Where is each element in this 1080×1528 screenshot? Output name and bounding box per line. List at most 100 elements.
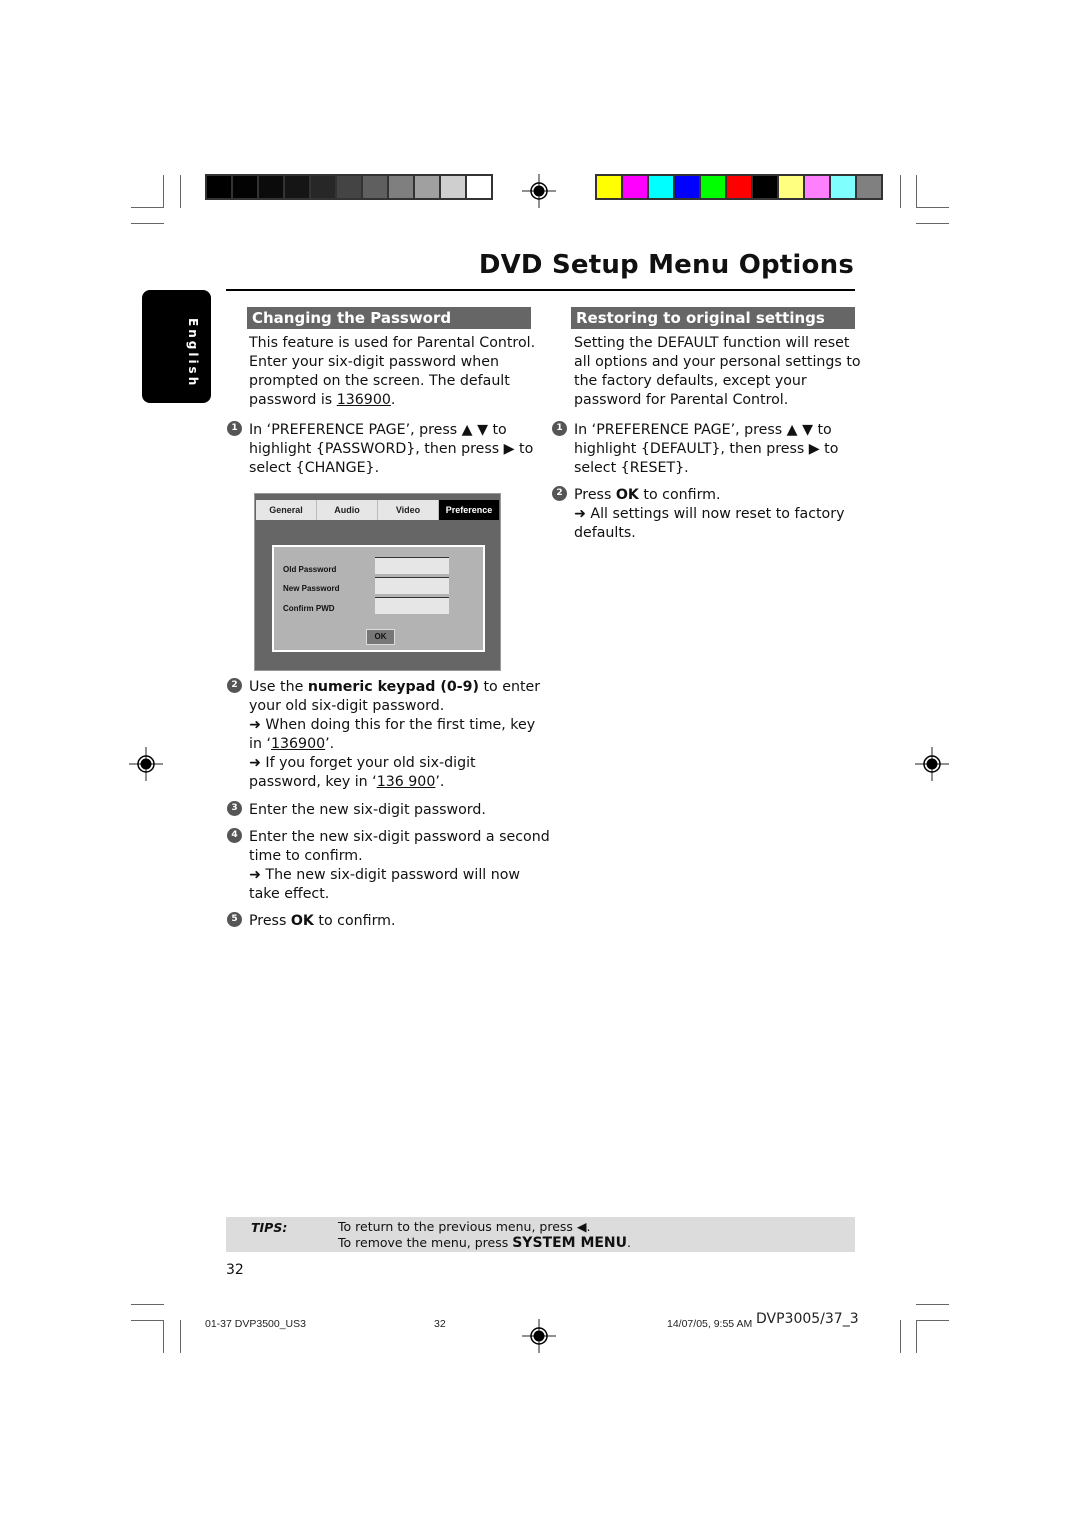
- text: .: [390, 392, 396, 408]
- gray-swatch: [285, 176, 309, 198]
- step-number-2: 2: [552, 486, 567, 501]
- gray-swatch: [467, 176, 491, 198]
- crop-mark: [916, 175, 917, 208]
- intro-line: the factory defaults, except your: [574, 373, 807, 389]
- gray-swatch: [415, 176, 439, 198]
- confirm-pwd-label: Confirm PWD: [283, 604, 335, 613]
- text: Press: [574, 487, 616, 503]
- old-password-input[interactable]: [375, 557, 449, 574]
- color-swatch: [805, 176, 829, 198]
- gray-swatch: [441, 176, 465, 198]
- step-line: In ‘PREFERENCE PAGE’, press ▲ ▼ to: [249, 422, 507, 438]
- step-note: ➜ The new six-digit password will now: [249, 867, 521, 883]
- text: to confirm.: [638, 487, 721, 503]
- tips-label: TIPS:: [251, 1220, 288, 1235]
- step-note: in ‘136900’.: [249, 735, 540, 754]
- keypad-label: numeric keypad (0-9): [307, 679, 479, 695]
- restore-step-2-text: Press OK to confirm. ➜ All settings will…: [574, 486, 844, 543]
- step-line: In ‘PREFERENCE PAGE’, press ▲ ▼ to: [574, 422, 832, 438]
- registration-target-icon: [522, 174, 556, 208]
- crop-mark: [131, 1304, 164, 1305]
- footer-model: DVP3005/37_3: [756, 1311, 859, 1327]
- confirm-pwd-input[interactable]: [375, 597, 449, 614]
- tab-general[interactable]: General: [256, 500, 317, 520]
- gray-swatch: [311, 176, 335, 198]
- color-swatch: [597, 176, 621, 198]
- step-line: highlight {DEFAULT}, then press ▶ to: [574, 441, 839, 457]
- step-2-text: Use the numeric keypad (0-9) to enter yo…: [249, 678, 540, 792]
- changing-password-intro: This feature is used for Parental Contro…: [249, 334, 535, 410]
- restore-step-1-text: In ‘PREFERENCE PAGE’, press ▲ ▼ to highl…: [574, 421, 838, 478]
- color-swatch: [857, 176, 881, 198]
- registration-target-icon: [915, 747, 949, 781]
- step-4-text: Enter the new six-digit password a secon…: [249, 828, 550, 904]
- page-number: 32: [226, 1262, 244, 1278]
- step-note: defaults.: [574, 525, 636, 541]
- old-password-label: Old Password: [283, 565, 337, 574]
- intro-line: Enter your six-digit password when: [249, 354, 499, 370]
- step-line: time to confirm.: [249, 848, 363, 864]
- color-swatch: [779, 176, 803, 198]
- language-tab: [142, 290, 211, 403]
- footer-datetime: 14/07/05, 9:55 AM: [667, 1318, 753, 1330]
- step-number-2: 2: [227, 678, 242, 693]
- tab-video[interactable]: Video: [378, 500, 439, 520]
- new-password-input[interactable]: [375, 577, 449, 594]
- crop-mark: [916, 1304, 949, 1305]
- registration-target-icon: [522, 1319, 556, 1353]
- intro-line: password for Parental Control.: [574, 392, 789, 408]
- restoring-intro: Setting the DEFAULT function will reset …: [574, 334, 861, 410]
- step-line: select {CHANGE}.: [249, 460, 380, 476]
- intro-line: password is 136900.: [249, 391, 535, 410]
- crop-mark: [180, 1320, 181, 1353]
- section-header-changing-password: Changing the Password: [247, 307, 531, 329]
- step-number-1: 1: [227, 421, 242, 436]
- intro-line: all options and your personal settings t…: [574, 354, 861, 370]
- step-5-text: Press OK to confirm.: [249, 912, 396, 931]
- text: Press: [249, 913, 291, 929]
- crop-mark: [900, 1320, 901, 1353]
- grayscale-calibration-bar: [205, 174, 493, 200]
- system-menu-key-label: SYSTEM MENU: [512, 1235, 628, 1251]
- crop-mark: [180, 175, 181, 208]
- default-password: 136900: [336, 392, 391, 408]
- gray-swatch: [207, 176, 231, 198]
- color-swatch: [623, 176, 647, 198]
- password-dialog: Old Password New Password Confirm PWD OK: [272, 545, 485, 652]
- crop-mark: [131, 207, 164, 208]
- section-header-restoring-settings: Restoring to original settings: [571, 307, 855, 329]
- step-line: select {RESET}.: [574, 460, 689, 476]
- step-line: Press OK to confirm.: [574, 486, 844, 505]
- crop-mark: [916, 223, 949, 224]
- intro-line: This feature is used for Parental Contro…: [249, 335, 536, 351]
- color-swatch: [753, 176, 777, 198]
- ok-button[interactable]: OK: [366, 629, 395, 645]
- step-note: password, key in ‘136 900’.: [249, 773, 540, 792]
- intro-line: prompted on the screen. The default: [249, 373, 510, 389]
- default-password: 136900: [270, 736, 326, 752]
- tab-preference[interactable]: Preference: [439, 500, 499, 520]
- gray-swatch: [363, 176, 387, 198]
- step-note: ➜ If you forget your old six-digit: [249, 755, 476, 771]
- gray-swatch: [233, 176, 257, 198]
- password-menu-screenshot: General Audio Video Preference Old Passw…: [254, 493, 501, 671]
- step-line: your old six-digit password.: [249, 698, 445, 714]
- text: to enter: [478, 679, 541, 695]
- menu-tabs: General Audio Video Preference: [256, 500, 499, 520]
- gray-swatch: [389, 176, 413, 198]
- step-number-4: 4: [227, 828, 242, 843]
- tip-line-1: To return to the previous menu, press ◀.: [338, 1219, 591, 1234]
- text: password, key in ‘: [249, 774, 377, 790]
- page-title: DVD Setup Menu Options: [478, 250, 854, 280]
- color-swatch: [675, 176, 699, 198]
- text: ’.: [435, 774, 445, 790]
- tab-audio[interactable]: Audio: [317, 500, 378, 520]
- crop-mark: [131, 1320, 164, 1321]
- color-swatch: [649, 176, 673, 198]
- footer-page: 32: [434, 1318, 446, 1330]
- step-note: take effect.: [249, 886, 330, 902]
- text: in ‘: [249, 736, 271, 752]
- tip-line-2: To remove the menu, press SYSTEM MENU.: [338, 1235, 631, 1251]
- crop-mark: [163, 1320, 164, 1353]
- step-number-5: 5: [227, 912, 242, 927]
